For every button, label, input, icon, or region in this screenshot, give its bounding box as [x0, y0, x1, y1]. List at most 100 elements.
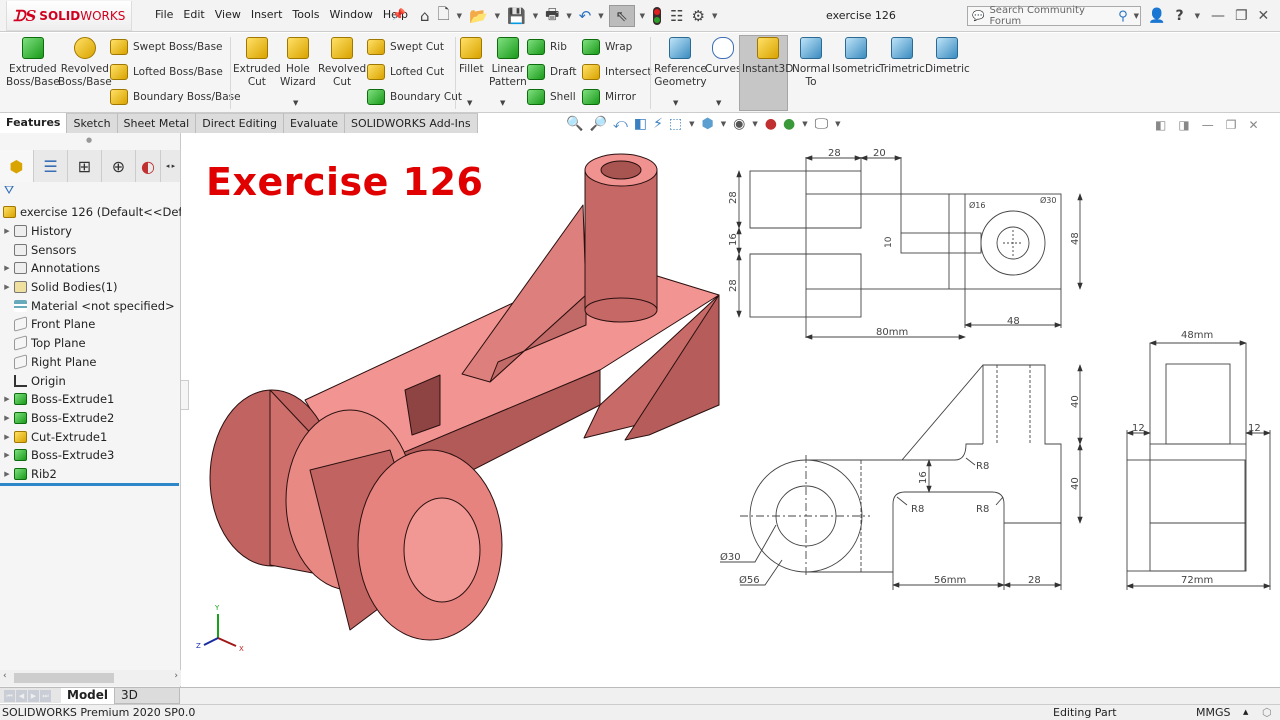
close-icon[interactable]: ✕ [1258, 8, 1270, 24]
tree-item-boss-extrude1[interactable]: ▶ Boss-Extrude1 [0, 390, 181, 409]
swept-cut-button[interactable]: Swept Cut [367, 37, 444, 57]
minimize-icon[interactable]: — [1211, 8, 1225, 24]
rollback-bar[interactable] [0, 483, 179, 486]
search-community-forum[interactable]: 💬 Search Community Forum ⚲ ▼ [967, 5, 1141, 27]
expand-arrow-icon[interactable]: ▶ [0, 227, 14, 235]
select-icon[interactable]: ⇖ [608, 5, 635, 27]
panel-left-icon[interactable]: ◧ [1155, 118, 1166, 132]
panel-grip-icon[interactable]: ● [86, 136, 92, 144]
featuremanager-tab-icon[interactable]: ⬢ [0, 150, 34, 182]
chevron-down-icon[interactable]: ▼ [711, 12, 718, 20]
chevron-down-icon[interactable]: ▼ [467, 99, 472, 107]
tree-item-boss-extrude3[interactable]: ▶ Boss-Extrude3 [0, 446, 181, 465]
filter-icon[interactable]: ⛛ [4, 183, 14, 198]
pin-icon[interactable]: 📌 [392, 8, 406, 21]
chevron-down-icon[interactable]: ▼ [597, 12, 604, 20]
fillet-button[interactable]: Fillet [459, 37, 484, 76]
revolved-cut-button[interactable]: Revolved Cut [318, 37, 366, 89]
viewport-close-icon[interactable]: ✕ [1248, 118, 1258, 132]
expand-arrow-icon[interactable]: ▶ [0, 395, 14, 403]
chevron-down-icon[interactable]: ▼ [751, 120, 758, 128]
tree-root[interactable]: exercise 126 (Default<<Default [0, 203, 181, 222]
intersect-button[interactable]: Intersect [582, 62, 651, 82]
expand-arrow-icon[interactable]: ▶ [0, 451, 14, 459]
chevron-down-icon[interactable]: ▼ [532, 12, 539, 20]
restore-icon[interactable]: ❐ [1235, 8, 1248, 24]
tree-item-right-plane[interactable]: Right Plane [0, 353, 181, 372]
rebuild-icon[interactable] [650, 5, 664, 27]
chevron-down-icon[interactable]: ▼ [293, 99, 298, 107]
undo-icon[interactable]: ↶ [577, 5, 594, 27]
tree-item-top-plane[interactable]: Top Plane [0, 334, 181, 353]
extruded-boss-button[interactable]: Extruded Boss/Base [6, 37, 60, 89]
rib-button[interactable]: Rib [527, 37, 567, 57]
dimetric-button[interactable]: Dimetric [925, 37, 970, 76]
next-tab-icon[interactable]: ▶ [28, 689, 39, 702]
menu-file[interactable]: File [150, 8, 178, 21]
extruded-cut-button[interactable]: Extruded Cut [233, 37, 281, 89]
menu-window[interactable]: Window [325, 8, 378, 21]
expand-arrow-icon[interactable]: ▶ [0, 433, 14, 441]
normal-to-button[interactable]: Normal To [792, 37, 830, 89]
chevron-down-icon[interactable]: ▼ [801, 120, 808, 128]
menu-tools[interactable]: Tools [287, 8, 324, 21]
chevron-down-icon[interactable]: ▼ [500, 99, 505, 107]
linear-pattern-button[interactable]: Linear Pattern [489, 37, 527, 89]
tree-item-solid-bodies[interactable]: ▶ Solid Bodies(1) [0, 278, 181, 297]
tab-model[interactable]: Model [61, 687, 115, 704]
trimetric-button[interactable]: Trimetric [879, 37, 925, 76]
file-properties-icon[interactable]: ☷ [668, 5, 685, 27]
dynamic-annotation-icon[interactable]: ⚡ [653, 116, 663, 132]
last-tab-icon[interactable]: ⏭ [40, 689, 51, 702]
tree-item-origin[interactable]: Origin [0, 371, 181, 390]
panel-right-icon[interactable]: ◨ [1178, 118, 1189, 132]
display-style-icon[interactable]: ⬢ [702, 116, 714, 132]
tab-direct-editing[interactable]: Direct Editing [196, 113, 284, 133]
chevron-up-icon[interactable]: ▲ [1243, 705, 1248, 720]
tree-item-history[interactable]: ▶ History [0, 222, 181, 241]
save-icon[interactable]: 💾 [505, 5, 528, 27]
chevron-down-icon[interactable]: ▼ [1194, 12, 1201, 20]
expand-arrow-icon[interactable]: ▶ [0, 414, 14, 422]
shell-button[interactable]: Shell [527, 87, 576, 107]
wrap-button[interactable]: Wrap [582, 37, 632, 57]
chevron-down-icon[interactable]: ▼ [456, 12, 463, 20]
tree-item-front-plane[interactable]: Front Plane [0, 315, 181, 334]
chevron-down-icon[interactable]: ▼ [834, 120, 841, 128]
home-icon[interactable]: ⌂ [418, 5, 432, 27]
tab-addins[interactable]: SOLIDWORKS Add-Ins [345, 113, 478, 133]
scrollbar-thumb[interactable] [14, 673, 114, 683]
tree-item-material[interactable]: Material <not specified> [0, 296, 181, 315]
tab-features[interactable]: Features [0, 113, 68, 133]
section-view-icon[interactable]: ◧ [634, 116, 647, 132]
zoom-to-fit-icon[interactable]: 🔍 [566, 116, 583, 132]
boundary-cut-button[interactable]: Boundary Cut [367, 87, 462, 107]
options-icon[interactable]: ⚙ [690, 5, 707, 27]
expand-arrow-icon[interactable]: ▶ [0, 470, 14, 478]
swept-boss-button[interactable]: Swept Boss/Base [110, 37, 223, 57]
viewport-minimize-icon[interactable]: — [1202, 118, 1214, 132]
hide-show-icon[interactable]: ◉ [733, 116, 745, 132]
open-icon[interactable]: 📂 [467, 5, 490, 27]
3d-model[interactable] [200, 150, 730, 645]
revolved-boss-button[interactable]: Revolved Boss/Base [58, 37, 112, 89]
scroll-left-icon[interactable]: ‹ [3, 671, 7, 681]
tab-3d-views[interactable]: 3D Views [114, 687, 180, 717]
propertymanager-tab-icon[interactable]: ☰ [34, 150, 68, 182]
expand-arrow-icon[interactable]: ▶ [0, 264, 14, 272]
help-icon[interactable]: ? [1175, 8, 1183, 24]
apply-scene-icon[interactable]: ● [783, 116, 795, 132]
display-manager-tab-icon[interactable]: ◐ [136, 150, 161, 182]
units-selector[interactable]: MMGS [1196, 705, 1231, 720]
tree-item-boss-extrude2[interactable]: ▶ Boss-Extrude2 [0, 409, 181, 428]
instant3d-label-wrap[interactable]: Instant3D [742, 37, 793, 76]
viewport-restore-icon[interactable]: ❐ [1226, 118, 1237, 132]
chevron-down-icon[interactable]: ▼ [639, 12, 646, 20]
tree-item-rib2[interactable]: ▶ Rib2 [0, 465, 181, 484]
tab-sketch[interactable]: Sketch [67, 113, 118, 133]
chevron-down-icon[interactable]: ▼ [565, 12, 572, 20]
scroll-right-icon[interactable]: › [174, 671, 178, 681]
tree-item-annotations[interactable]: ▶ Annotations [0, 259, 181, 278]
view-orientation-icon[interactable]: ⬚ [669, 116, 682, 132]
mirror-button[interactable]: Mirror [582, 87, 636, 107]
